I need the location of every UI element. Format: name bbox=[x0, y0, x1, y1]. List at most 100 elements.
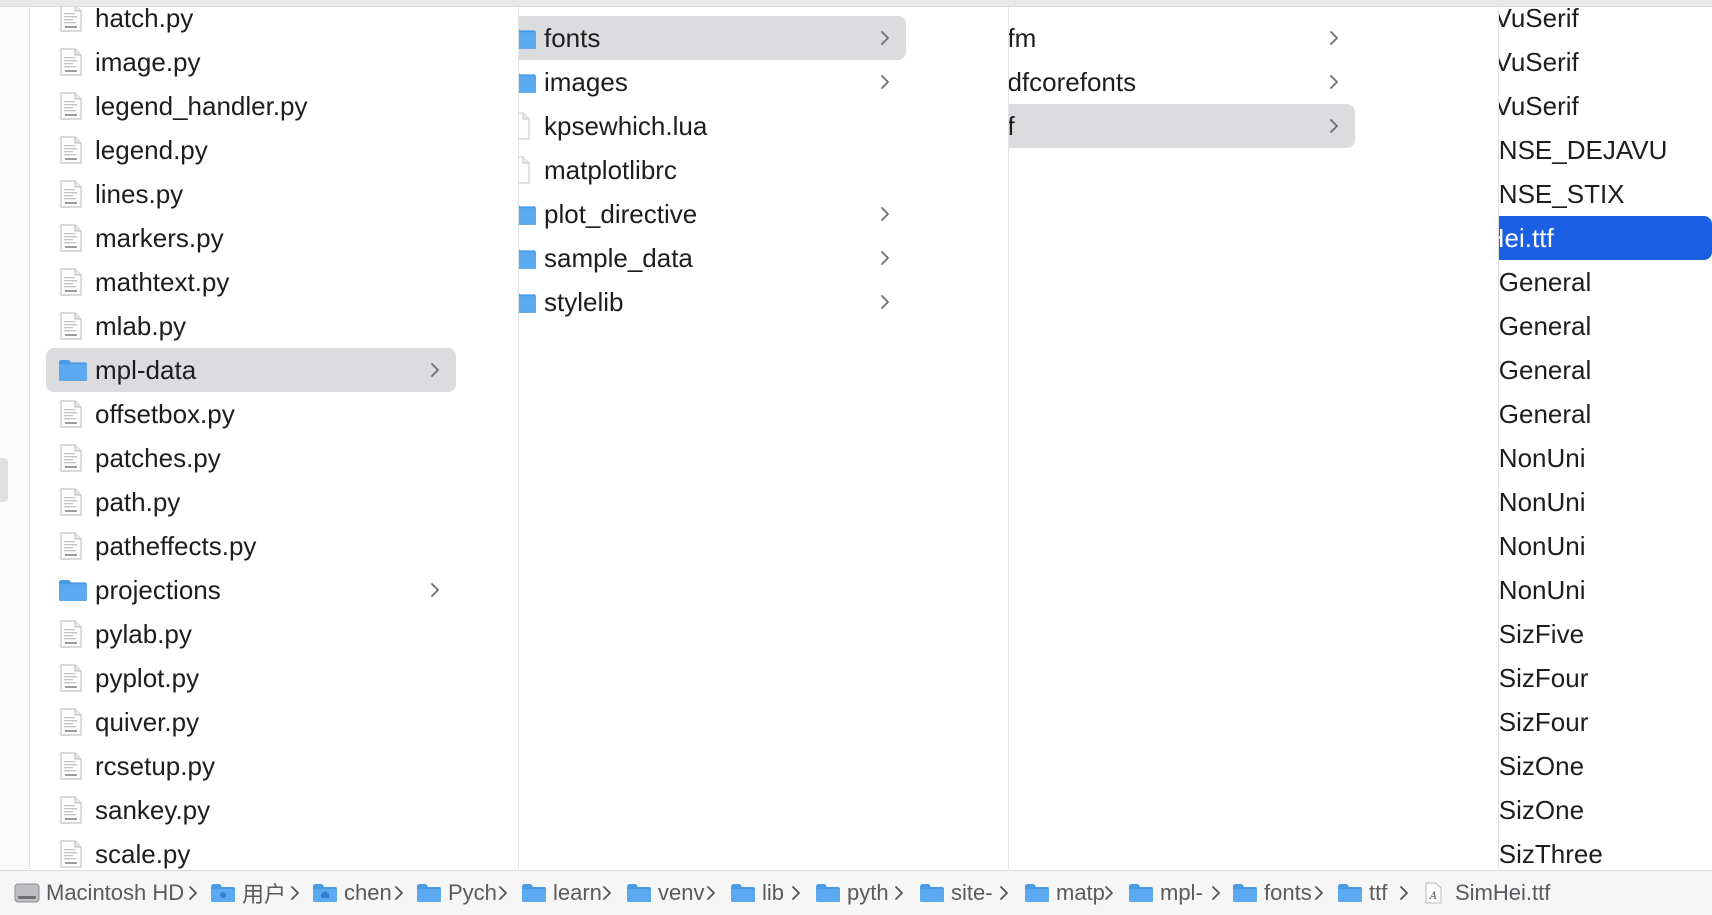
item-name: pyplot.py bbox=[95, 663, 200, 693]
list-item[interactable]: legend_handler.py bbox=[46, 84, 456, 128]
item-name: DejaVuSerif bbox=[1499, 47, 1579, 77]
list-item[interactable]: hatch.py bbox=[46, 7, 456, 40]
list-item[interactable]: markers.py bbox=[46, 216, 456, 260]
list-item[interactable]: sankey.py bbox=[46, 788, 456, 832]
item-name: projections bbox=[95, 575, 221, 605]
list-item[interactable]: ASTIXSizFour bbox=[1499, 656, 1712, 700]
item-name: kpsewhich.lua bbox=[544, 111, 708, 141]
python-file-icon bbox=[60, 48, 82, 76]
list-item[interactable]: plot_directive bbox=[519, 192, 906, 236]
list-item[interactable]: mathtext.py bbox=[46, 260, 456, 304]
path-separator-icon bbox=[499, 886, 507, 900]
list-item[interactable]: scale.py bbox=[46, 832, 456, 869]
list-item[interactable]: kpsewhich.lua bbox=[519, 104, 906, 148]
item-name: afm bbox=[1009, 23, 1037, 53]
path-crumb[interactable]: fonts bbox=[1232, 871, 1312, 915]
list-item[interactable]: mlab.py bbox=[46, 304, 456, 348]
list-item[interactable]: fonts bbox=[519, 16, 906, 60]
list-item[interactable]: LICENSE_DEJAVU bbox=[1499, 128, 1712, 172]
python-file-icon bbox=[60, 224, 82, 252]
list-item[interactable]: ADejaVuSerif bbox=[1499, 7, 1712, 40]
list-item[interactable]: ASTIXGeneral bbox=[1499, 260, 1712, 304]
list-item[interactable]: ASTIXNonUni bbox=[1499, 480, 1712, 524]
list-item[interactable]: pylab.py bbox=[46, 612, 456, 656]
path-crumb[interactable]: 用户 bbox=[210, 871, 286, 915]
list-item[interactable]: ASTIXNonUni bbox=[1499, 524, 1712, 568]
item-name: mathtext.py bbox=[95, 267, 230, 297]
list-item[interactable]: ASTIXSizThree bbox=[1499, 832, 1712, 869]
list-item[interactable]: ASTIXGeneral bbox=[1499, 392, 1712, 436]
path-crumb[interactable]: matp bbox=[1024, 871, 1105, 915]
list-item[interactable]: ASTIXGeneral bbox=[1499, 304, 1712, 348]
path-bar: Macintosh HD 用户 chen Pych learn venv lib… bbox=[0, 870, 1712, 915]
path-crumb[interactable]: learn bbox=[521, 871, 602, 915]
path-crumb[interactable]: venv bbox=[626, 871, 704, 915]
list-item[interactable]: ASimHei.ttf bbox=[1499, 216, 1712, 260]
item-name: STIXSizFour bbox=[1499, 663, 1589, 693]
path-crumb[interactable]: A SimHei.ttf bbox=[1423, 871, 1550, 915]
document-icon bbox=[519, 112, 530, 140]
path-crumb[interactable]: ttf bbox=[1337, 871, 1387, 915]
list-item[interactable]: mpl-data bbox=[46, 348, 456, 392]
chevron-right-icon bbox=[1330, 119, 1338, 133]
item-name: fonts bbox=[544, 23, 601, 53]
list-item[interactable]: lines.py bbox=[46, 172, 456, 216]
item-name: images bbox=[544, 67, 628, 97]
list-item[interactable]: path.py bbox=[46, 480, 456, 524]
list-item[interactable]: rcsetup.py bbox=[46, 744, 456, 788]
python-file-icon bbox=[60, 532, 82, 560]
list-item[interactable]: ttf bbox=[1009, 104, 1355, 148]
list-item[interactable]: pyplot.py bbox=[46, 656, 456, 700]
path-crumb[interactable]: site- bbox=[919, 871, 993, 915]
path-crumb-label: 用户 bbox=[242, 882, 287, 907]
item-name: plot_directive bbox=[544, 199, 698, 229]
list-item[interactable]: sample_data bbox=[519, 236, 906, 280]
list-item[interactable]: patches.py bbox=[46, 436, 456, 480]
list-item[interactable]: quiver.py bbox=[46, 700, 456, 744]
list-item[interactable]: ASTIXSizFour bbox=[1499, 700, 1712, 744]
column-fonts[interactable]: afm pdfcorefonts ttf bbox=[1009, 7, 1499, 869]
path-separator-icon bbox=[189, 886, 197, 900]
column-mpl-data[interactable]: fonts images kpsewhich.lua matplotlibrc … bbox=[519, 7, 1009, 869]
list-item[interactable]: patheffects.py bbox=[46, 524, 456, 568]
path-crumb[interactable]: pyth bbox=[815, 871, 889, 915]
list-item[interactable]: images bbox=[519, 60, 906, 104]
list-item[interactable]: offsetbox.py bbox=[46, 392, 456, 436]
folder-icon bbox=[59, 360, 87, 381]
list-item[interactable]: ASTIXGeneral bbox=[1499, 348, 1712, 392]
sidebar-resize-handle[interactable] bbox=[0, 458, 8, 502]
list-item[interactable]: ASTIXSizOne bbox=[1499, 744, 1712, 788]
list-item[interactable]: matplotlibrc bbox=[519, 148, 906, 192]
python-file-icon bbox=[60, 136, 82, 164]
list-item[interactable]: pdfcorefonts bbox=[1009, 60, 1355, 104]
list-item[interactable]: stylelib bbox=[519, 280, 906, 324]
list-item[interactable]: ASTIXSizFive bbox=[1499, 612, 1712, 656]
item-name: STIXGeneral bbox=[1499, 267, 1592, 297]
path-crumb[interactable]: lib bbox=[730, 871, 784, 915]
list-item[interactable]: legend.py bbox=[46, 128, 456, 172]
python-file-icon bbox=[60, 400, 82, 428]
folder-icon bbox=[1129, 884, 1153, 902]
path-crumb[interactable]: chen bbox=[312, 871, 392, 915]
list-item[interactable]: ADejaVuSerif bbox=[1499, 40, 1712, 84]
path-crumb[interactable]: Macintosh HD bbox=[14, 871, 184, 915]
list-item[interactable]: projections bbox=[46, 568, 456, 612]
list-item[interactable]: LICENSE_STIX bbox=[1499, 172, 1712, 216]
column-matplotlib[interactable]: hatch.py image.py legend_handler.py lege… bbox=[30, 7, 519, 869]
list-item[interactable]: ASTIXNonUni bbox=[1499, 436, 1712, 480]
path-crumb[interactable]: mpl- bbox=[1128, 871, 1203, 915]
list-item[interactable]: ASTIXSizOne bbox=[1499, 788, 1712, 832]
list-item[interactable]: afm bbox=[1009, 16, 1355, 60]
column-ttf[interactable]: ADejaVuSerif ADejaVuSerif ADejaVuSerif L… bbox=[1499, 7, 1712, 869]
item-name: mlab.py bbox=[95, 311, 187, 341]
list-item[interactable]: ASTIXNonUni bbox=[1499, 568, 1712, 612]
item-name: STIXGeneral bbox=[1499, 311, 1592, 341]
hard-drive-icon bbox=[14, 883, 40, 903]
list-item[interactable]: image.py bbox=[46, 40, 456, 84]
item-name: STIXSizFour bbox=[1499, 707, 1589, 737]
path-crumb-label: venv bbox=[658, 880, 705, 905]
item-name: ttf bbox=[1009, 104, 1015, 148]
item-name: STIXNonUni bbox=[1499, 531, 1586, 561]
path-crumb[interactable]: Pych bbox=[416, 871, 497, 915]
list-item[interactable]: ADejaVuSerif bbox=[1499, 84, 1712, 128]
